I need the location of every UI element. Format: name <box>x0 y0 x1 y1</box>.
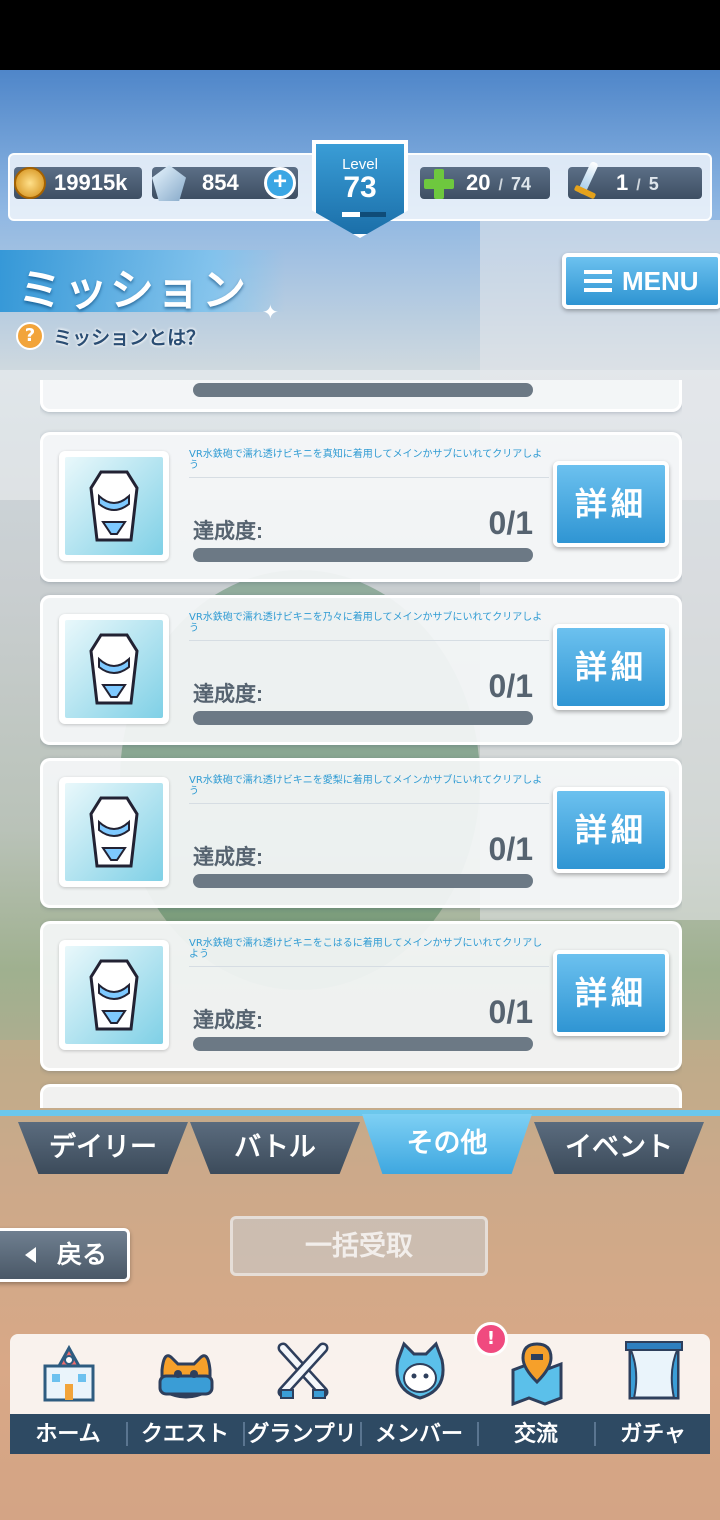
detail-button[interactable]: 詳細 <box>553 624 669 710</box>
nav-social-label: 交流 <box>513 1421 558 1446</box>
map-pin-icon <box>511 1342 563 1406</box>
progress-value: 0/1 <box>488 831 533 867</box>
back-button[interactable]: 戻る <box>0 1228 130 1282</box>
nav-quest-label: クエスト <box>140 1421 229 1446</box>
mission-card: VR水鉄砲で濡れ透けビキニを愛梨に着用してメインかサブにいれてクリアしよう 達成… <box>40 758 682 908</box>
coin-counter: 19915k <box>14 167 142 199</box>
progress-label: 達成度: <box>193 1009 263 1032</box>
battle-counter: 1 / 5 <box>568 167 702 199</box>
detail-button[interactable]: 詳細 <box>553 461 669 547</box>
sword-icon <box>572 161 602 203</box>
sparkle-icon: ✦ <box>262 300 279 324</box>
progress-value: 0/1 <box>488 994 533 1030</box>
menu-button[interactable]: MENU <box>562 253 720 309</box>
mission-help-link[interactable]: ? ミッションとは？ <box>16 322 205 352</box>
level-value: 73 <box>343 171 377 204</box>
add-gems-button[interactable]: + <box>264 167 296 199</box>
tab-divider <box>0 1110 720 1116</box>
battle-slash: / <box>636 177 641 194</box>
bikini-icon <box>65 620 163 718</box>
menu-label: MENU <box>622 266 699 296</box>
mission-card: VR水鉄砲で濡れ透けビキニをこはるに着用してメインかサブにいれてクリアしよう 達… <box>40 921 682 1071</box>
coin-value: 19915k <box>54 170 128 195</box>
progress-label: 達成度: <box>193 520 263 543</box>
reward-thumbnail <box>59 777 169 887</box>
stamina-max: 74 <box>510 174 531 194</box>
mission-description: VR水鉄砲で濡れ透けビキニを愛梨に着用してメインかサブにいれてクリアしよう <box>189 775 549 804</box>
mission-progress-bar <box>193 711 533 725</box>
system-status-bar <box>0 0 720 70</box>
nav-home[interactable]: ホーム <box>10 1334 126 1454</box>
bikini-icon <box>65 457 163 555</box>
nav-home-label: ホーム <box>35 1421 101 1446</box>
help-text: ミッションとは？ <box>53 326 206 349</box>
level-progress-bar <box>342 212 386 217</box>
nav-members[interactable]: メンバー <box>361 1334 477 1454</box>
reward-thumbnail <box>59 614 169 724</box>
crossed-swords-icon <box>277 1342 329 1399</box>
mission-progress-bar <box>193 383 533 397</box>
hamburger-icon <box>584 270 612 292</box>
monster-icon <box>158 1354 214 1399</box>
school-building-icon <box>43 1344 95 1402</box>
reward-thumbnail <box>59 940 169 1050</box>
reward-thumbnail <box>59 451 169 561</box>
stamina-counter: 20 / 74 <box>420 167 550 199</box>
gem-value: 854 <box>202 170 239 195</box>
claim-all-button[interactable]: 一括受取 <box>230 1216 488 1276</box>
tab-event[interactable]: イベント <box>534 1122 704 1174</box>
nav-grandprix-label: グランプリ <box>247 1421 357 1446</box>
mission-progress-bar <box>193 874 533 888</box>
mission-card: VR水鉄砲で濡れ透けビキニを真知に着用してメインかサブにいれてクリアしよう 達成… <box>40 432 682 582</box>
progress-value: 0/1 <box>488 505 533 541</box>
battle-max: 5 <box>648 174 659 194</box>
mission-description: VR水鉄砲で濡れ透けビキニを真知に着用してメインかサブにいれてクリアしよう <box>189 449 549 478</box>
tab-battle[interactable]: バトル <box>190 1122 360 1174</box>
back-label: 戻る <box>57 1241 108 1269</box>
battle-current: 1 <box>616 170 629 195</box>
mission-progress-bar <box>193 1037 533 1051</box>
mission-card-partial <box>40 1084 682 1108</box>
tab-other[interactable]: その他 <box>362 1114 532 1174</box>
back-arrow-icon <box>25 1247 36 1263</box>
detail-button[interactable]: 詳細 <box>553 950 669 1036</box>
nav-quest[interactable]: クエスト <box>127 1334 243 1454</box>
detail-button[interactable]: 詳細 <box>553 787 669 873</box>
stamina-current: 20 <box>466 170 491 195</box>
progress-label: 達成度: <box>193 846 263 869</box>
bikini-icon <box>65 946 163 1044</box>
question-icon: ? <box>16 322 44 350</box>
mission-card-partial <box>40 380 682 412</box>
level-progress-fill <box>342 212 360 217</box>
gem-counter: 854 + <box>152 165 298 201</box>
bottom-navigation: ホーム クエスト グランプリ メンバー 交流 ガチャ <box>10 1334 710 1454</box>
stamina-plus-icon <box>424 169 454 199</box>
progress-value: 0/1 <box>488 668 533 704</box>
progress-label: 達成度: <box>193 683 263 706</box>
stamina-slash: / <box>498 177 503 194</box>
coin-icon <box>14 167 46 199</box>
mission-card: VR水鉄砲で濡れ透けビキニを乃々に着用してメインかサブにいれてクリアしよう 達成… <box>40 595 682 745</box>
mission-progress-bar <box>193 548 533 562</box>
nav-gacha[interactable]: ガチャ <box>595 1334 711 1454</box>
gem-icon <box>152 165 186 201</box>
tab-daily[interactable]: デイリー <box>18 1122 188 1174</box>
bikini-icon <box>65 783 163 881</box>
page-title: ミッション <box>18 266 248 315</box>
mission-description: VR水鉄砲で濡れ透けビキニをこはるに着用してメインかサブにいれてクリアしよう <box>189 938 549 967</box>
nav-grandprix[interactable]: グランプリ <box>244 1334 360 1454</box>
cat-hood-character-icon <box>395 1341 445 1400</box>
nav-members-label: メンバー <box>374 1421 463 1446</box>
mission-list[interactable]: VR水鉄砲で濡れ透けビキニを真知に着用してメインかサブにいれてクリアしよう 達成… <box>40 380 682 1108</box>
nav-gacha-label: ガチャ <box>620 1421 686 1446</box>
mission-description: VR水鉄砲で濡れ透けビキニを乃々に着用してメインかサブにいれてクリアしよう <box>189 612 549 641</box>
curtain-window-icon <box>625 1341 683 1400</box>
notification-badge: ! <box>474 1322 508 1356</box>
